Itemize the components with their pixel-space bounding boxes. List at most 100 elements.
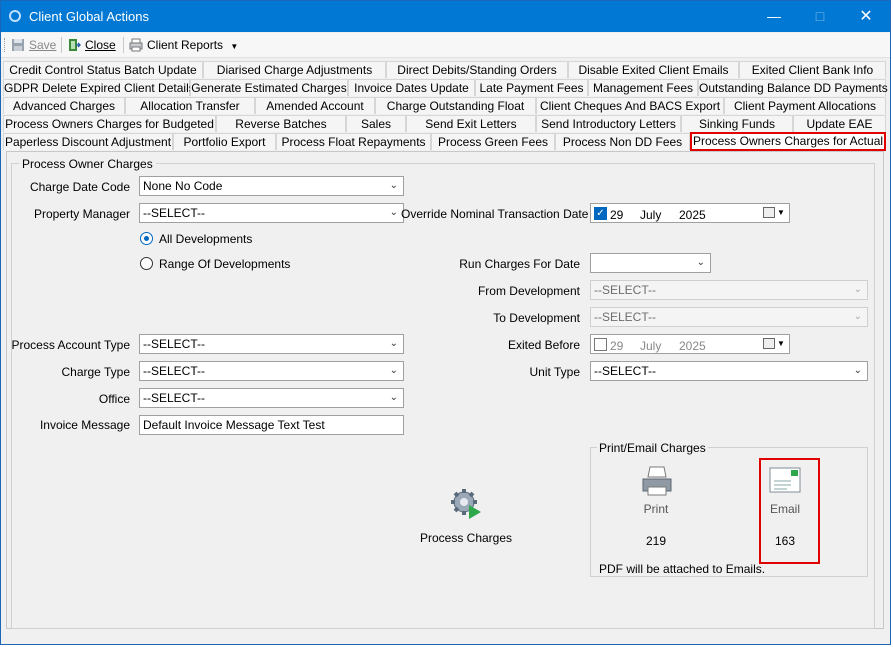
print-label: Print xyxy=(643,502,669,516)
tab-sales[interactable]: Sales xyxy=(346,115,406,132)
tab-row-4: Process Owners Charges for Budgeted Reve… xyxy=(1,115,890,133)
tab-advanced-charges[interactable]: Advanced Charges xyxy=(3,97,125,114)
to-development-label: To Development xyxy=(493,311,580,325)
dropdown-arrow-icon: ▼ xyxy=(230,42,239,51)
tab-client-cheques-and-bacs-export[interactable]: Client Cheques And BACS Export xyxy=(536,97,724,114)
close-button[interactable]: Close xyxy=(67,36,116,54)
tab-send-introductory-letters[interactable]: Send Introductory Letters xyxy=(536,115,681,132)
tab-portfolio-export[interactable]: Portfolio Export xyxy=(173,133,276,150)
property-manager-label: Property Manager xyxy=(33,207,130,221)
range-of-developments-label: Range Of Developments xyxy=(159,257,291,271)
chevron-down-icon: ⌄ xyxy=(389,338,398,349)
tab-reverse-batches[interactable]: Reverse Batches xyxy=(216,115,346,132)
gear-play-icon xyxy=(451,489,481,519)
chevron-down-icon: ⌄ xyxy=(696,257,705,268)
tab-allocation-transfer[interactable]: Allocation Transfer xyxy=(125,97,255,114)
tab-row-3: Advanced Charges Allocation Transfer Ame… xyxy=(1,97,890,115)
tab-client-payment-allocations[interactable]: Client Payment Allocations xyxy=(724,97,886,114)
tab-invoice-dates-update[interactable]: Invoice Dates Update xyxy=(348,79,475,96)
run-charges-for-date-select[interactable]: ⌄ xyxy=(590,253,711,273)
print-button[interactable]: Print 219 xyxy=(621,463,691,553)
unit-type-label: Unit Type xyxy=(529,365,580,379)
group-title: Process Owner Charges xyxy=(19,157,156,171)
tab-amended-account[interactable]: Amended Account xyxy=(255,97,375,114)
title-bar: Client Global Actions — □ ✕ xyxy=(1,1,890,32)
exited-before-checkbox[interactable] xyxy=(594,338,607,351)
calendar-icon xyxy=(763,338,775,349)
charge-type-select[interactable]: --SELECT-- ⌄ xyxy=(139,361,404,381)
from-development-value: --SELECT-- xyxy=(594,283,657,297)
invoice-message-input[interactable]: Default Invoice Message Text Test xyxy=(139,415,404,435)
process-account-type-select[interactable]: --SELECT-- ⌄ xyxy=(139,334,404,354)
process-charges-label: Process Charges xyxy=(419,531,513,545)
tab-diarised-charge-adjustments[interactable]: Diarised Charge Adjustments xyxy=(203,61,386,78)
tab-exited-client-bank-info[interactable]: Exited Client Bank Info xyxy=(739,61,886,78)
process-account-type-value: --SELECT-- xyxy=(143,337,206,351)
tab-process-green-fees[interactable]: Process Green Fees xyxy=(431,133,555,150)
process-charges-button[interactable]: Process Charges xyxy=(411,485,521,547)
tab-process-owners-charges-for-budgeted[interactable]: Process Owners Charges for Budgeted xyxy=(3,115,216,132)
tab-charge-outstanding-float[interactable]: Charge Outstanding Float xyxy=(375,97,536,114)
client-global-actions-window: Client Global Actions — □ ✕ Save Close C… xyxy=(0,0,891,645)
tab-gdpr-delete-expired-client-details[interactable]: GDPR Delete Expired Client Details xyxy=(3,79,195,96)
tab-sinking-funds[interactable]: Sinking Funds xyxy=(681,115,793,132)
override-nominal-date-label: Override Nominal Transaction Date xyxy=(401,207,589,221)
to-development-value: --SELECT-- xyxy=(594,310,657,324)
chevron-down-icon: ⌄ xyxy=(853,311,862,322)
tab-generate-estimated-charges[interactable]: Generate Estimated Charges xyxy=(190,79,348,96)
printer-icon xyxy=(642,466,672,496)
tab-process-float-repayments[interactable]: Process Float Repayments xyxy=(276,133,431,150)
exited-before-date-picker[interactable]: 29 July 2025 ▼ xyxy=(590,334,790,354)
unit-type-value: --SELECT-- xyxy=(594,364,657,378)
range-of-developments-radio[interactable] xyxy=(140,257,153,270)
from-development-label: From Development xyxy=(477,284,580,298)
all-developments-radio[interactable] xyxy=(140,232,153,245)
office-select[interactable]: --SELECT-- ⌄ xyxy=(139,388,404,408)
to-development-select[interactable]: --SELECT-- ⌄ xyxy=(590,307,868,327)
tab-outstanding-balance-dd-payments[interactable]: Outstanding Balance DD Payments xyxy=(698,79,888,96)
charge-date-code-select[interactable]: None No Code ⌄ xyxy=(139,176,404,196)
close-label: Close xyxy=(85,38,116,52)
property-manager-value: --SELECT-- xyxy=(143,206,206,220)
tab-send-exit-letters[interactable]: Send Exit Letters xyxy=(406,115,536,132)
override-date-month: July xyxy=(640,208,662,222)
unit-type-select[interactable]: --SELECT-- ⌄ xyxy=(590,361,868,381)
maximize-button[interactable]: □ xyxy=(797,1,843,32)
email-envelope-icon xyxy=(769,467,801,493)
tab-process-non-dd-fees[interactable]: Process Non DD Fees xyxy=(555,133,690,150)
email-button[interactable]: Email 163 xyxy=(759,463,820,553)
tab-management-fees[interactable]: Management Fees xyxy=(588,79,698,96)
tab-disable-exited-client-emails[interactable]: Disable Exited Client Emails xyxy=(568,61,739,78)
property-manager-select[interactable]: --SELECT-- ⌄ xyxy=(139,203,404,223)
save-button[interactable]: Save xyxy=(11,36,56,54)
tab-process-owners-charges-for-actual[interactable]: Process Owners Charges for Actual xyxy=(690,132,886,151)
all-developments-label: All Developments xyxy=(159,232,253,246)
tab-credit-control-status-batch-update[interactable]: Credit Control Status Batch Update xyxy=(3,61,203,78)
window-title: Client Global Actions xyxy=(29,9,149,24)
floppy-disk-icon xyxy=(12,39,24,51)
client-reports-dropdown[interactable]: Client Reports ▼ xyxy=(129,36,238,54)
exited-before-month: July xyxy=(640,339,662,353)
tab-update-eae[interactable]: Update EAE xyxy=(793,115,886,132)
chevron-down-icon: ⌄ xyxy=(389,365,398,376)
charge-type-value: --SELECT-- xyxy=(143,364,206,378)
tab-paperless-discount-adjustment[interactable]: Paperless Discount Adjustment xyxy=(3,133,173,150)
tab-direct-debits-standing-orders[interactable]: Direct Debits/Standing Orders xyxy=(386,61,568,78)
invoice-message-value: Default Invoice Message Text Test xyxy=(143,418,325,432)
client-reports-label: Client Reports xyxy=(147,38,224,52)
override-date-day: 29 xyxy=(610,208,624,222)
minimize-button[interactable]: — xyxy=(751,1,797,32)
close-window-button[interactable]: ✕ xyxy=(843,1,889,32)
override-date-checkbox[interactable]: ✓ xyxy=(594,207,607,220)
tab-late-payment-fees[interactable]: Late Payment Fees xyxy=(475,79,588,96)
from-development-select[interactable]: --SELECT-- ⌄ xyxy=(590,280,868,300)
tab-row-5: Paperless Discount Adjustment Portfolio … xyxy=(1,132,890,151)
email-label: Email xyxy=(769,502,800,516)
chevron-down-icon: ⌄ xyxy=(389,392,398,403)
print-count: 219 xyxy=(645,534,667,548)
chevron-down-icon: ▼ xyxy=(777,339,785,348)
printer-icon xyxy=(129,38,143,52)
override-nominal-date-picker[interactable]: ✓ 29 July 2025 ▼ xyxy=(590,203,790,223)
chevron-down-icon: ⌄ xyxy=(389,180,398,191)
office-label: Office xyxy=(98,392,130,406)
